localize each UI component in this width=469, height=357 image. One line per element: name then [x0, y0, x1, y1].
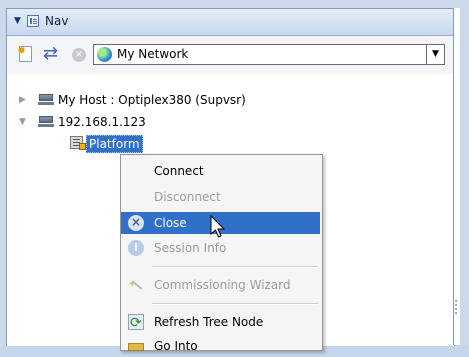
- menu-item-refresh-tree-node[interactable]: Refresh Tree Node: [121, 311, 320, 334]
- menu-item-label: Go Into: [154, 339, 198, 353]
- nav-toolbar: ✸ ⇄ × My Network ▼: [7, 36, 454, 74]
- stop-icon: ×: [72, 48, 86, 62]
- nav-tab-label: Nav: [45, 14, 69, 28]
- menu-item-disconnect[interactable]: Disconnect: [121, 186, 320, 208]
- host-computer-icon: [38, 94, 54, 105]
- dropdown-arrow-icon[interactable]: ▼: [426, 45, 444, 64]
- network-select-value: My Network: [117, 47, 189, 61]
- refresh-icon: [128, 312, 144, 334]
- context-menu: Connect Disconnect Close Session Info Co…: [120, 154, 323, 353]
- platform-icon: [70, 136, 86, 151]
- menu-item-label: Refresh Tree Node: [154, 315, 264, 329]
- nav-tree-icon: [27, 15, 39, 27]
- expand-triangle-icon[interactable]: ▶: [19, 91, 26, 109]
- menu-separator: [152, 303, 318, 305]
- menu-item-go-into[interactable]: Go Into: [121, 335, 320, 357]
- menu-separator: [152, 266, 318, 268]
- tree-node-host-label: My Host : Optiplex380 (Supvsr): [58, 93, 246, 107]
- mouse-pointer-icon: [210, 215, 226, 238]
- info-icon: [128, 240, 144, 256]
- menu-item-connect[interactable]: Connect: [121, 160, 320, 182]
- nav-tab-header[interactable]: ▼ Nav: [7, 9, 454, 36]
- globe-icon: [97, 47, 112, 62]
- sync-button[interactable]: ⇄: [43, 44, 63, 64]
- menu-item-label: Close: [154, 216, 187, 230]
- collapse-triangle-icon[interactable]: ▼: [19, 113, 26, 131]
- tree-node-station-label: 192.168.1.123: [58, 115, 146, 129]
- menu-item-label: Connect: [154, 164, 204, 178]
- menu-item-label: Disconnect: [154, 190, 221, 204]
- splitter-grip[interactable]: [455, 300, 459, 314]
- host-computer-icon: [38, 116, 54, 127]
- new-document-button[interactable]: ✸: [17, 44, 37, 65]
- folder-icon: [128, 343, 144, 351]
- window-right-border: [460, 8, 469, 345]
- menu-item-label: Commissioning Wizard: [154, 278, 291, 292]
- wizard-wand-icon: [128, 274, 144, 296]
- stop-button[interactable]: ×: [69, 45, 89, 65]
- menu-item-commissioning-wizard[interactable]: Commissioning Wizard: [121, 274, 320, 296]
- tree-node-platform-label: Platform: [86, 135, 143, 153]
- network-select[interactable]: My Network ▼: [93, 44, 445, 65]
- close-icon: [128, 215, 144, 231]
- collapse-triangle-icon[interactable]: ▼: [14, 16, 21, 26]
- star-icon: ✸: [17, 44, 27, 57]
